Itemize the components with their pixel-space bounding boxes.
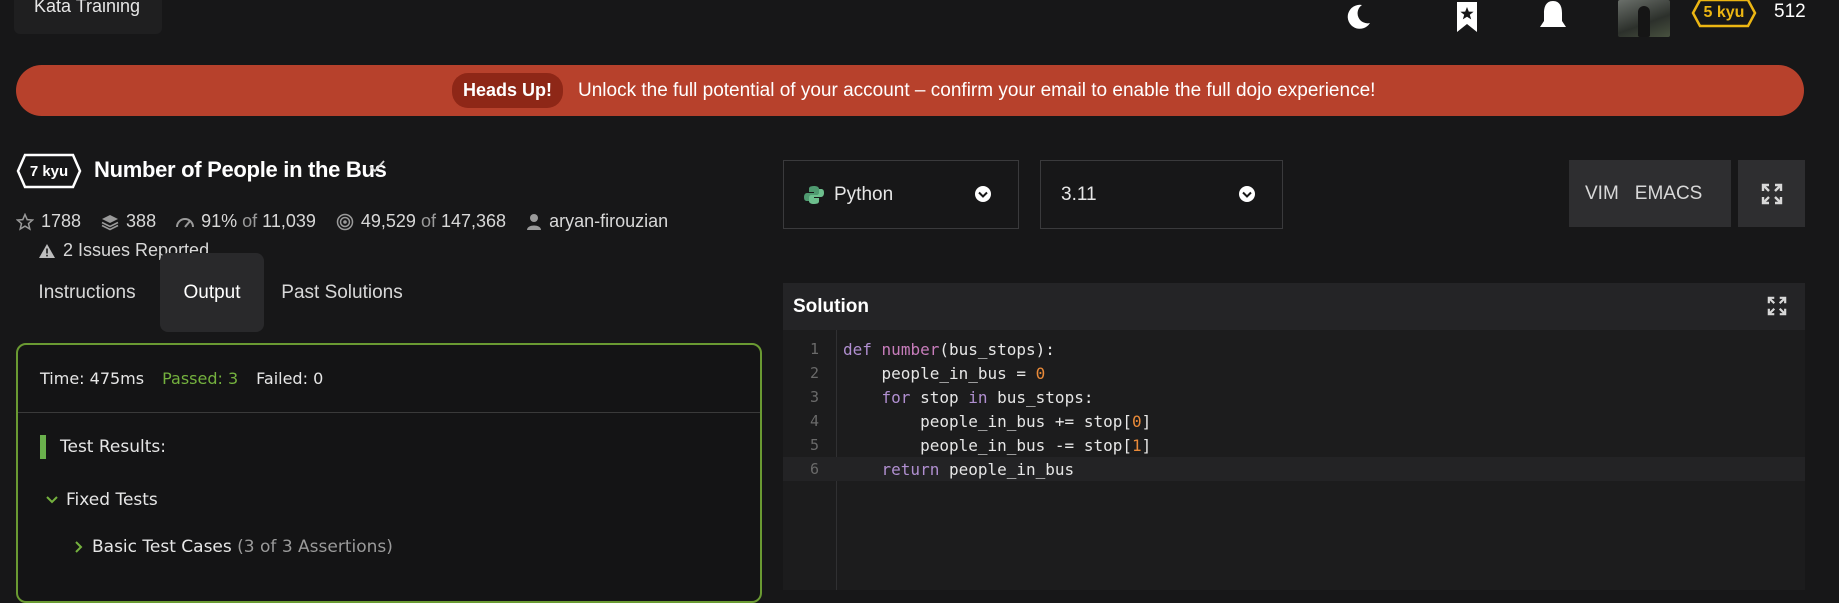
language-select[interactable]: Python bbox=[783, 160, 1019, 229]
code-line[interactable]: 2 people_in_bus = 0 bbox=[783, 361, 1805, 385]
kata-title[interactable]: Number of People in the Bus bbox=[94, 157, 387, 183]
kata-stats: 1788 388 91% of 11,039 49,529 of 147,368… bbox=[16, 211, 688, 232]
chevron-down-icon bbox=[46, 496, 58, 504]
tab-instructions[interactable]: Instructions bbox=[18, 253, 156, 332]
editor-mode-group: VIM EMACS bbox=[1569, 160, 1731, 227]
layers-icon bbox=[101, 214, 119, 230]
emacs-button[interactable]: EMACS bbox=[1619, 183, 1703, 205]
code-line[interactable]: 5 people_in_bus -= stop[1] bbox=[783, 433, 1805, 457]
passed-label: Passed: 3 bbox=[162, 369, 239, 388]
expand-icon bbox=[1761, 183, 1782, 204]
bell-icon[interactable] bbox=[1535, 0, 1571, 34]
target-icon bbox=[336, 213, 354, 230]
rank-badge[interactable]: 5 kyu bbox=[1691, 0, 1757, 30]
tab-past-solutions[interactable]: Past Solutions bbox=[272, 253, 412, 332]
vim-button[interactable]: VIM bbox=[1569, 183, 1619, 205]
version-label: 3.11 bbox=[1061, 183, 1097, 205]
code-text: people_in_bus += stop[0] bbox=[843, 411, 1152, 431]
code-text: people_in_bus -= stop[1] bbox=[843, 435, 1152, 455]
code-text: return people_in_bus bbox=[881, 459, 1075, 479]
satisfaction-stat: 91% of 11,039 bbox=[176, 211, 316, 232]
code-text: def number(bus_stops): bbox=[843, 339, 1055, 359]
check-icon bbox=[368, 159, 386, 178]
author-link[interactable]: aryan-firouzian bbox=[549, 211, 668, 232]
solution-header: Solution bbox=[783, 283, 1805, 330]
version-select[interactable]: 3.11 bbox=[1040, 160, 1283, 229]
chevron-right-icon bbox=[75, 541, 83, 553]
expand-icon[interactable] bbox=[1767, 296, 1787, 316]
kata-rank-label: 7 kyu bbox=[29, 162, 69, 180]
code-line[interactable]: 4 people_in_bus += stop[0] bbox=[783, 409, 1805, 433]
completed-stat: 49,529 of 147,368 bbox=[336, 211, 506, 232]
solution-label: Solution bbox=[793, 295, 869, 317]
failed-label: Failed: 0 bbox=[256, 369, 324, 388]
basic-test-cases-group[interactable]: Basic Test Cases (3 of 3 Assertions) bbox=[74, 537, 393, 557]
test-results-heading: Test Results: bbox=[40, 435, 166, 459]
code-line-current[interactable]: 6 return people_in_bus bbox=[783, 457, 1805, 481]
chevron-down-icon bbox=[975, 186, 991, 202]
python-icon bbox=[804, 185, 824, 204]
honor-count: 512 bbox=[1774, 1, 1806, 22]
results-accent-bar bbox=[40, 435, 46, 459]
kata-rank-badge: 7 kyu bbox=[16, 153, 82, 189]
collections-stat[interactable]: 388 bbox=[101, 211, 156, 232]
time-label: Time: 475ms bbox=[40, 369, 145, 388]
moon-icon[interactable] bbox=[1341, 0, 1377, 34]
satisfaction-icon bbox=[176, 217, 195, 228]
user-icon bbox=[527, 213, 542, 230]
author-stat[interactable]: aryan-firouzian bbox=[526, 211, 668, 232]
heads-up-pill: Heads Up! bbox=[452, 73, 564, 108]
code-editor[interactable]: 1 def number(bus_stops): 2 people_in_bus… bbox=[783, 330, 1805, 590]
email-confirm-banner: Heads Up! Unlock the full potential of y… bbox=[16, 65, 1804, 116]
avatar[interactable] bbox=[1618, 0, 1670, 37]
code-line[interactable]: 3 for stop in bus_stops: bbox=[783, 385, 1805, 409]
tab-output[interactable]: Output bbox=[160, 253, 264, 332]
stars-stat[interactable]: 1788 bbox=[16, 211, 81, 232]
fullscreen-button[interactable] bbox=[1738, 160, 1805, 227]
banner-message[interactable]: Unlock the full potential of your accoun… bbox=[578, 80, 1375, 102]
code-text: people_in_bus = 0 bbox=[843, 363, 1046, 383]
chevron-down-icon bbox=[1239, 186, 1255, 202]
rank-label: 5 kyu bbox=[1703, 4, 1745, 21]
fixed-tests-group[interactable]: Fixed Tests bbox=[46, 490, 158, 510]
output-summary: Time: 475ms Passed: 3 Failed: 0 bbox=[18, 345, 760, 413]
star-icon bbox=[16, 212, 34, 231]
output-panel: Time: 475ms Passed: 3 Failed: 0 Test Res… bbox=[16, 343, 762, 603]
code-line[interactable]: 1 def number(bus_stops): bbox=[783, 337, 1805, 361]
language-name: Python bbox=[834, 183, 894, 205]
bookmark-star-icon[interactable] bbox=[1449, 0, 1485, 34]
kata-training-button[interactable]: Kata Training bbox=[14, 0, 162, 34]
code-text: for stop in bus_stops: bbox=[881, 387, 1094, 407]
